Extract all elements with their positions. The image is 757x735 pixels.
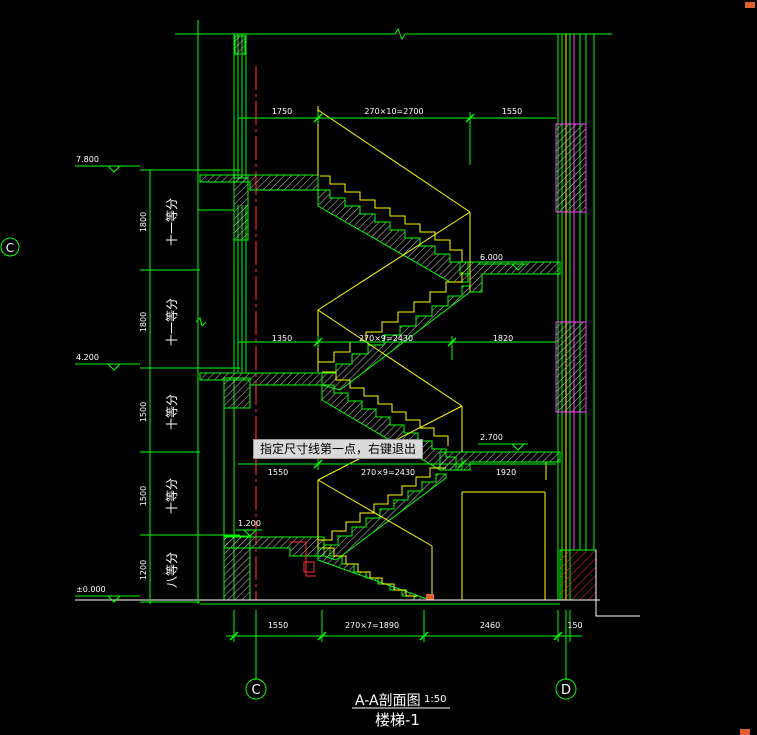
dim-bot-left: 1550 [268,621,288,630]
left-wall-beam-1 [233,177,249,241]
dim-vertical-4: 1500 [139,486,148,506]
division-5: 八等分 [165,552,179,588]
left-wall [223,34,247,600]
right-window-2 [555,321,587,413]
yellow-guide-lines [317,106,547,600]
drawing-scale: 1:50 [424,694,447,705]
level-6000: 6.000 [480,253,503,262]
level-1200: 1.200 [238,519,261,528]
cad-drawing-canvas[interactable]: C C D 7.800 4.200 ±0.000 1.200 6.000 2.7… [0,0,757,735]
grid-label-right: D [561,683,571,698]
dim-vertical-2: 1800 [139,312,148,332]
drawing-title: A-A剖面图 [355,693,421,709]
right-wall [557,34,595,600]
corner-marker [426,594,434,600]
stair-flights [317,189,471,601]
dim-bot-mid: 270×7=1890 [345,621,399,630]
division-4: 十等分 [165,478,179,514]
dim-bot-end: 150 [567,621,582,630]
vertical-dimension-chain [140,20,240,604]
dim-mid-right: 1820 [493,334,513,343]
dim-mid-left: 1350 [272,334,292,343]
dim-mid-mid: 270×9=2430 [359,334,413,343]
dim-top-right: 1550 [502,107,522,116]
grid-label-side: C [6,241,14,255]
command-tooltip: 指定尺寸线第一点，右键退出 [253,439,424,459]
left-wall-top-block [234,35,246,55]
dim-low-left: 1550 [268,468,288,477]
ground-right [595,550,640,617]
corner-marker-bottom-right [740,729,750,735]
division-3: 十等分 [165,394,179,430]
level-2700: 2.700 [480,433,503,442]
level-0000: ±0.000 [76,585,106,594]
dim-bot-right: 2460 [480,621,500,630]
dim-top-left: 1750 [272,107,292,116]
division-2: 十一等分 [165,298,179,346]
right-wall-base [559,549,597,601]
right-window-1 [555,123,587,213]
dim-low-mid: 270×9=2430 [361,468,415,477]
division-1: 十一等分 [165,198,179,246]
dim-top-mid: 270×10=2700 [364,107,423,116]
grid-label-left: C [251,683,260,698]
dim-low-right: 1920 [496,468,516,477]
level-4200: 4.200 [76,353,99,362]
dim-vertical-5: 1200 [139,560,148,580]
corner-marker-top-right [745,2,755,8]
drawing-subtitle: 楼梯-1 [375,711,420,729]
left-wall-beam-2 [223,377,251,409]
level-7800: 7.800 [76,155,99,164]
dim-vertical-1: 1800 [139,212,148,232]
dim-vertical-3: 1500 [139,402,148,422]
